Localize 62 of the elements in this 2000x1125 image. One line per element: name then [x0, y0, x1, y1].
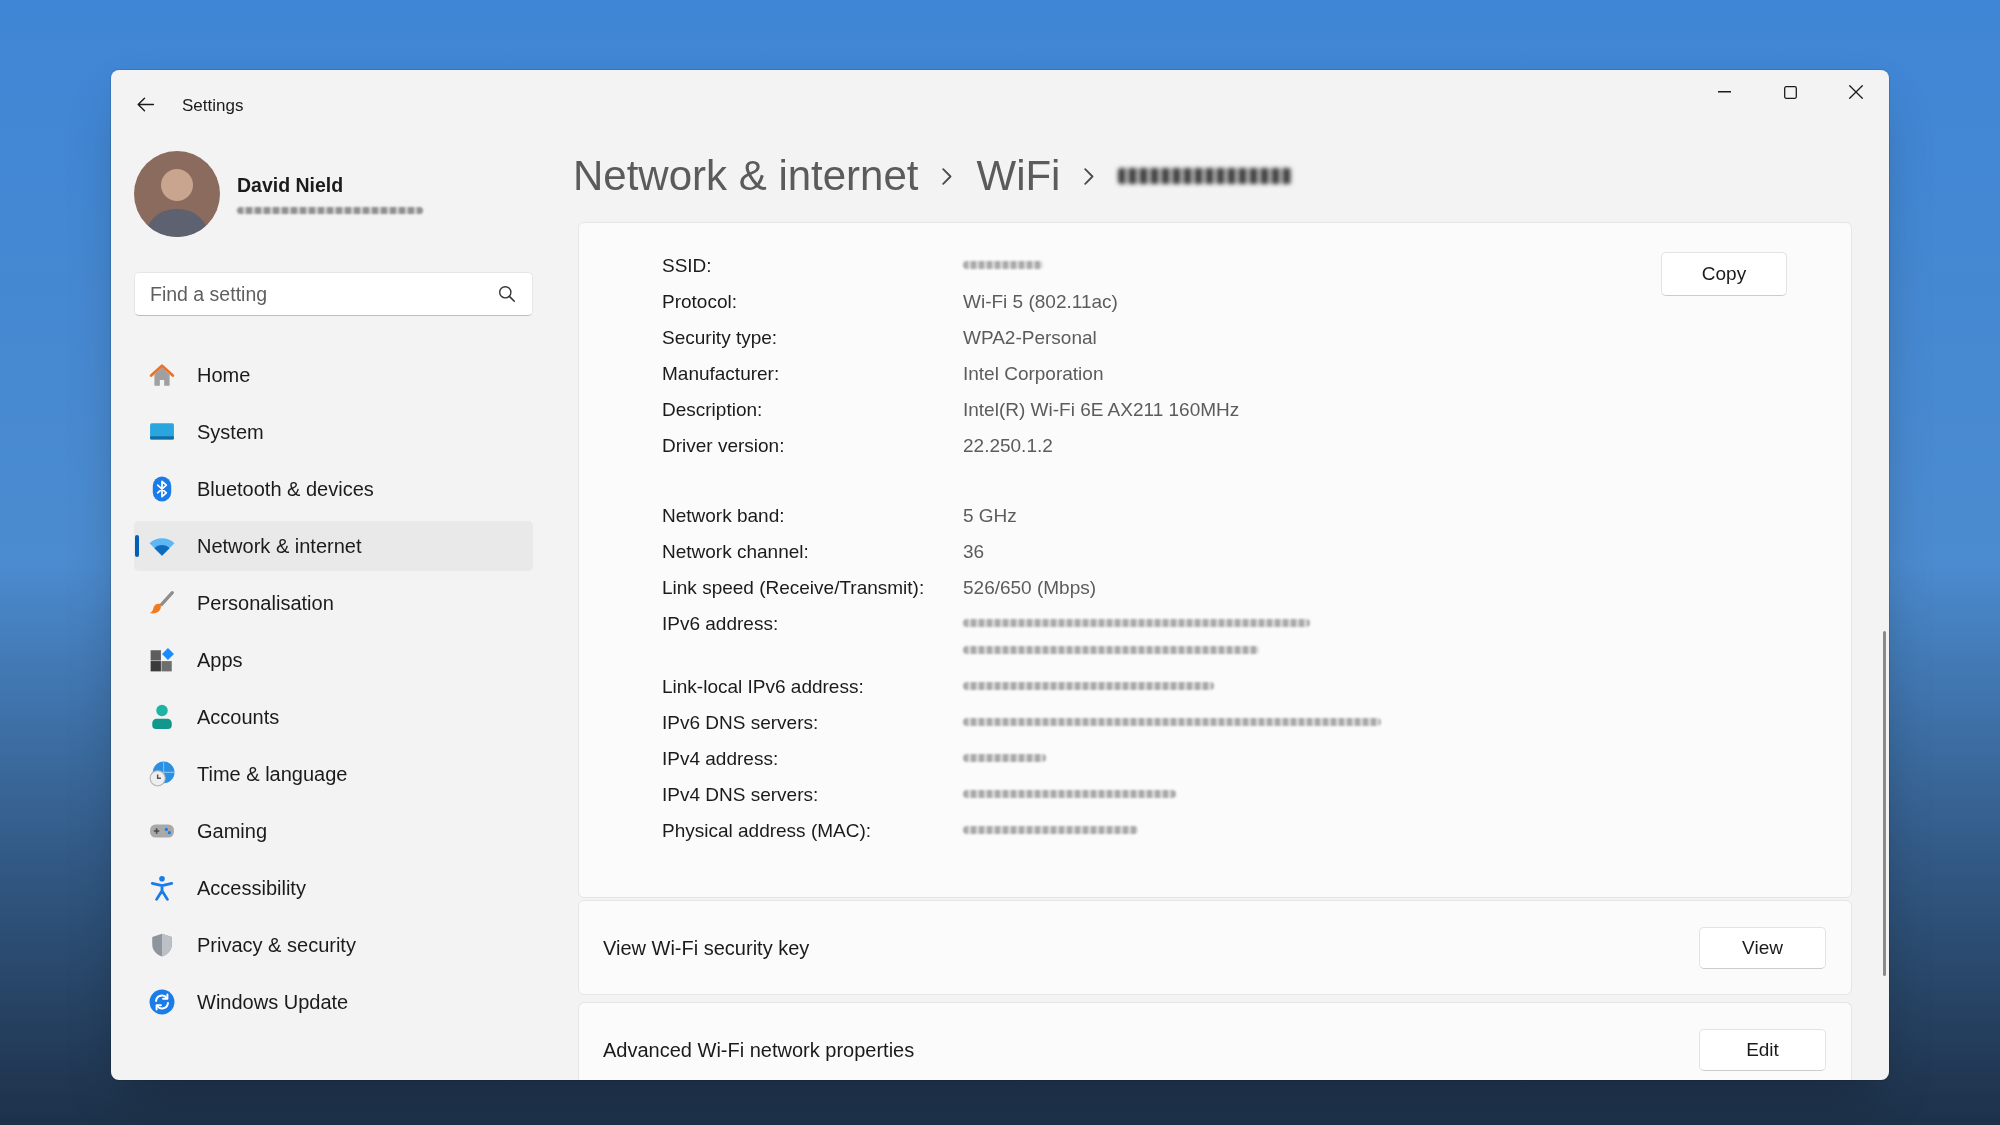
- apps-icon: [149, 647, 175, 673]
- detail-label: Protocol:: [662, 290, 737, 312]
- detail-value: 36: [963, 539, 985, 564]
- detail-label: Manufacturer:: [662, 362, 780, 384]
- detail-value: 22.250.1.2: [963, 433, 1053, 458]
- detail-value: WPA2-Personal: [963, 325, 1097, 350]
- detail-label: IPv4 address:: [662, 747, 779, 769]
- detail-label: Description:: [662, 398, 763, 420]
- sidebar-item[interactable]: Network & internet: [134, 521, 533, 571]
- breadcrumb-link[interactable]: WiFi: [976, 151, 1061, 201]
- chevron-right-icon: [1084, 167, 1095, 185]
- window-title: Settings: [182, 94, 244, 117]
- minimize-icon: [1717, 91, 1731, 93]
- detail-value: Wi-Fi 5 (802.11ac): [963, 289, 1118, 314]
- detail-label: Network channel:: [662, 540, 809, 562]
- maximize-icon: [1783, 85, 1797, 99]
- back-icon: [136, 96, 154, 112]
- detail-label: Physical address (MAC):: [662, 819, 872, 841]
- home-icon: [149, 362, 175, 388]
- sidebar-item[interactable]: Gaming: [134, 806, 533, 856]
- sidebar-item[interactable]: Personalisation: [134, 578, 533, 628]
- detail-label: Link speed (Receive/Transmit):: [662, 576, 925, 598]
- user-name: David Nield: [237, 174, 345, 196]
- sidebar-item[interactable]: Accounts: [134, 692, 533, 742]
- globe-clock-icon: [149, 761, 175, 787]
- shield-icon: [149, 932, 175, 958]
- sidebar-item[interactable]: Privacy & security: [134, 920, 533, 970]
- sidebar-item[interactable]: Bluetooth & devices: [134, 464, 533, 514]
- accessibility-icon: [149, 875, 175, 901]
- detail-label: SSID:: [662, 254, 712, 276]
- update-icon: [149, 989, 175, 1015]
- paintbrush-icon: [149, 590, 175, 616]
- sidebar-item[interactable]: Windows Update: [134, 977, 533, 1027]
- sidebar-item[interactable]: System: [134, 407, 533, 457]
- copy-button[interactable]: Copy: [1661, 252, 1787, 296]
- setting-label: View Wi-Fi security key: [603, 936, 810, 961]
- sidebar-item[interactable]: Apps: [134, 635, 533, 685]
- detail-value: 5 GHz: [963, 503, 1017, 528]
- setting-label: Advanced Wi-Fi network properties: [603, 1038, 915, 1063]
- chevron-right-icon: [942, 167, 953, 185]
- edit-button[interactable]: Edit: [1699, 1029, 1826, 1071]
- detail-label: IPv6 DNS servers:: [662, 711, 819, 733]
- search-field[interactable]: Find a setting: [134, 272, 533, 316]
- sidebar-item[interactable]: Home: [134, 350, 533, 400]
- detail-value: Intel Corporation: [963, 361, 1104, 386]
- breadcrumb-link[interactable]: Network & internet: [573, 151, 919, 201]
- detail-label: Security type:: [662, 326, 778, 348]
- person-icon: [149, 704, 175, 730]
- detail-label: Network band:: [662, 504, 785, 526]
- detail-label: IPv6 address:: [662, 612, 779, 634]
- view-button[interactable]: View: [1699, 927, 1826, 969]
- detail-label: Link-local IPv6 address:: [662, 675, 864, 697]
- scrollbar-thumb[interactable]: [1883, 631, 1886, 976]
- search-icon: [499, 286, 515, 302]
- close-icon: [1849, 85, 1863, 99]
- detail-label: IPv4 DNS servers:: [662, 783, 819, 805]
- selection-indicator: [135, 535, 139, 557]
- detail-value: 526/650 (Mbps): [963, 575, 1097, 600]
- detail-value: Intel(R) Wi-Fi 6E AX211 160MHz: [963, 397, 1240, 422]
- sidebar-item[interactable]: Time & language: [134, 749, 533, 799]
- detail-label: Driver version:: [662, 434, 785, 456]
- sidebar-item[interactable]: Accessibility: [134, 863, 533, 913]
